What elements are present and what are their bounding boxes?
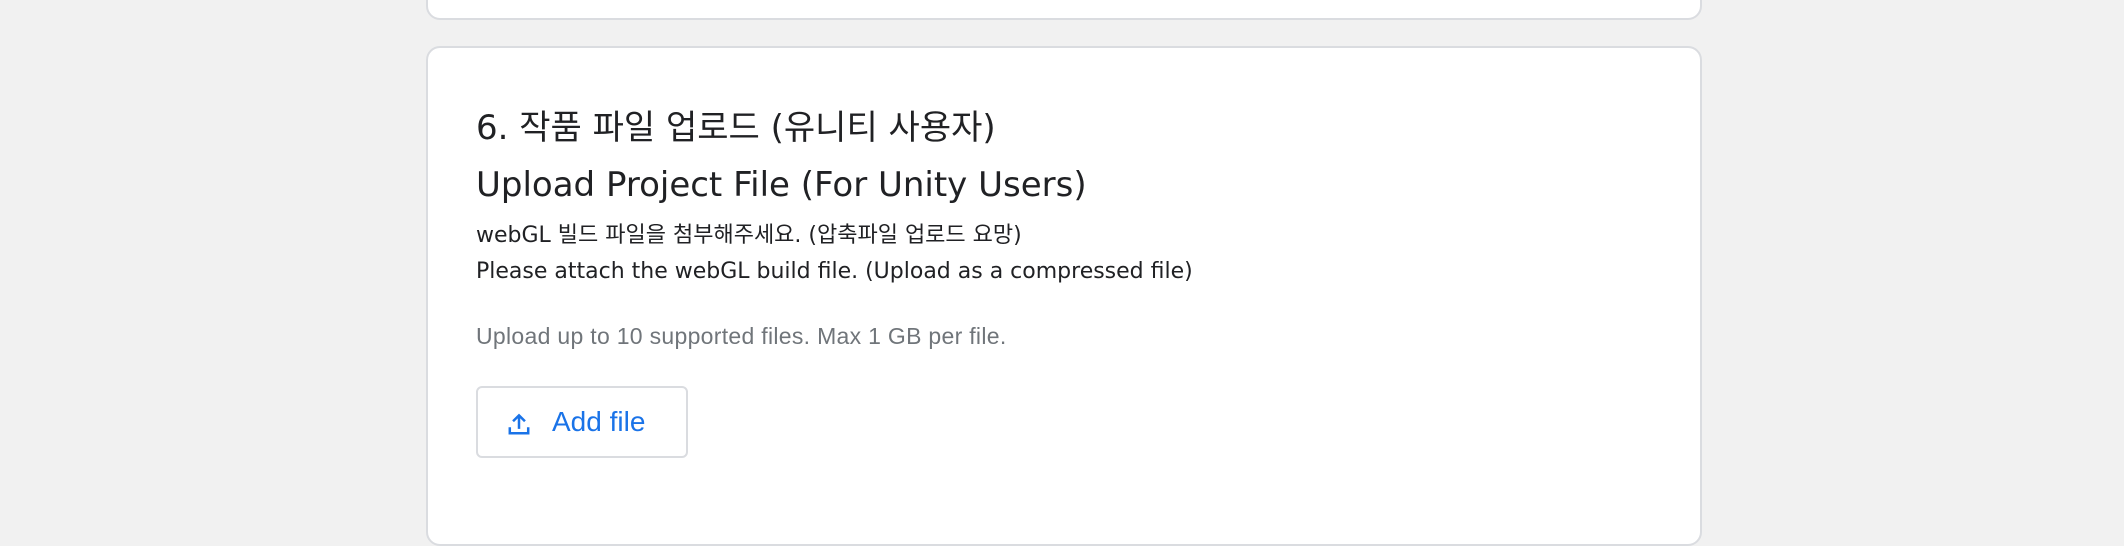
question-description: webGL 빌드 파일을 첨부해주세요. (압축파일 업로드 요망) Pleas…	[476, 218, 1193, 290]
question-card: 6. 작품 파일 업로드 (유니티 사용자) Upload Project Fi…	[426, 46, 1702, 546]
add-file-label: Add file	[552, 406, 646, 437]
question-description-ko: webGL 빌드 파일을 첨부해주세요. (압축파일 업로드 요망)	[476, 223, 1022, 248]
question-description-en: Please attach the webGL build file. (Upl…	[476, 259, 1193, 284]
upload-icon	[508, 413, 530, 435]
upload-limit-hint: Upload up to 10 supported files. Max 1 G…	[476, 323, 1007, 349]
question-title: 6. 작품 파일 업로드 (유니티 사용자) Upload Project Fi…	[476, 100, 1087, 214]
question-title-ko: 6. 작품 파일 업로드 (유니티 사용자)	[476, 108, 996, 148]
add-file-button[interactable]: Add file	[476, 386, 688, 458]
previous-question-card	[426, 0, 1702, 20]
question-title-en: Upload Project File (For Unity Users)	[476, 165, 1087, 205]
